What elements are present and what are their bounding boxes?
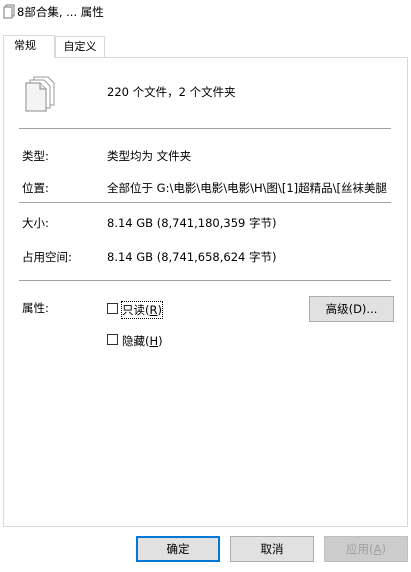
disk-size-label: 占用空间: — [22, 250, 72, 264]
advanced-button[interactable]: 高级(D)... — [309, 296, 394, 322]
selection-summary: 220 个文件，2 个文件夹 — [107, 85, 236, 99]
hidden-suffix: ) — [158, 334, 163, 348]
type-label: 类型: — [22, 149, 49, 163]
size-label: 大小: — [22, 216, 49, 230]
location-value: 全部位于 G:\电影\电影\电影\H\图\[1]超精品\[丝袜美腿 — [107, 181, 387, 195]
divider — [19, 128, 391, 129]
apply-prefix: 应用( — [346, 542, 374, 556]
window-title: 8部合集, ... 属性 — [17, 5, 104, 19]
hidden-checkbox-label[interactable]: 隐藏(H) — [122, 333, 163, 349]
location-label: 位置: — [22, 181, 49, 195]
readonly-accesskey: R — [149, 303, 158, 317]
apply-button[interactable]: 应用(A) — [324, 536, 408, 562]
title-bar: 8部合集, ... 属性 — [0, 0, 411, 26]
size-value: 8.14 GB (8,741,180,359 字节) — [107, 216, 277, 230]
ok-button[interactable]: 确定 — [136, 536, 220, 562]
divider — [19, 280, 391, 281]
tab-general-label: 常规 — [14, 39, 36, 52]
tab-general[interactable]: 常规 — [3, 35, 55, 58]
apply-suffix: ) — [381, 542, 386, 556]
readonly-prefix: 只读( — [122, 303, 150, 317]
readonly-checkbox[interactable] — [107, 303, 118, 314]
disk-size-value: 8.14 GB (8,741,658,624 字节) — [107, 250, 277, 264]
divider — [19, 202, 391, 203]
documents-icon — [3, 4, 15, 19]
tab-custom[interactable]: 自定义 — [55, 36, 105, 57]
hidden-checkbox[interactable] — [107, 334, 118, 345]
tab-custom-label: 自定义 — [63, 40, 97, 53]
hidden-prefix: 隐藏( — [122, 334, 150, 348]
tab-strip: 常规 自定义 — [0, 35, 411, 58]
cancel-button[interactable]: 取消 — [230, 536, 314, 562]
hidden-accesskey: H — [149, 334, 159, 348]
type-value: 类型均为 文件夹 — [107, 149, 192, 163]
multiple-documents-icon — [25, 76, 55, 112]
readonly-checkbox-label[interactable]: 只读(R) — [121, 301, 163, 319]
properties-dialog: 8部合集, ... 属性 常规 自定义 220 个文件，2 个文件夹 类型: 类… — [0, 0, 411, 572]
attributes-label: 属性: — [22, 301, 49, 315]
readonly-suffix: ) — [157, 303, 163, 317]
